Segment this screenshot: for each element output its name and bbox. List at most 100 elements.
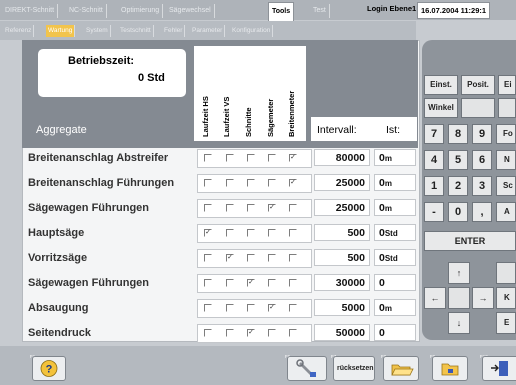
reset-button[interactable]: rücksetzen bbox=[333, 356, 375, 381]
interval-input[interactable]: 500 bbox=[314, 224, 370, 241]
checkbox-schnitte[interactable] bbox=[247, 304, 255, 312]
blank-key[interactable] bbox=[461, 98, 495, 118]
table-row[interactable]: Seitendruck ✓ 50000 0 bbox=[22, 322, 418, 343]
checkbox-breitenmeter[interactable] bbox=[289, 304, 297, 312]
table-row[interactable]: Vorritzsäge ✓ 500 0Std bbox=[22, 247, 418, 268]
save-folder-button[interactable] bbox=[432, 356, 468, 381]
table-row[interactable]: Absaugung ✓ 5000 0m bbox=[22, 297, 418, 318]
digit-5-key[interactable]: 5 bbox=[448, 150, 468, 170]
checkbox-saegemeter[interactable] bbox=[268, 279, 276, 287]
tool-button[interactable] bbox=[287, 356, 327, 381]
tab-system[interactable]: System bbox=[84, 25, 111, 37]
checkbox-saegemeter[interactable]: ✓ bbox=[268, 204, 276, 212]
help-button[interactable]: ? bbox=[32, 356, 66, 381]
checkbox-laufzeit-vs[interactable] bbox=[226, 154, 234, 162]
tab-test[interactable]: Test bbox=[310, 4, 330, 18]
arrow-left-key[interactable]: ← bbox=[424, 287, 446, 309]
k-key[interactable]: K bbox=[496, 287, 516, 309]
digit-7-key[interactable]: 7 bbox=[424, 124, 444, 144]
table-row[interactable]: Sägewagen Führungen ✓ 25000 0m bbox=[22, 197, 418, 218]
checkbox-breitenmeter[interactable]: ✓ bbox=[289, 179, 297, 187]
e-key[interactable]: E bbox=[496, 312, 516, 334]
tab-nc-schnitt[interactable]: NC-Schnitt bbox=[66, 4, 107, 18]
tab-wartung[interactable]: Wartung bbox=[46, 25, 76, 37]
checkbox-schnitte[interactable]: ✓ bbox=[247, 279, 255, 287]
digit-9-key[interactable]: 9 bbox=[472, 124, 492, 144]
checkbox-breitenmeter[interactable]: ✓ bbox=[289, 154, 297, 162]
checkbox-breitenmeter[interactable] bbox=[289, 254, 297, 262]
sc-key[interactable]: Sc bbox=[496, 176, 516, 196]
digit-8-key[interactable]: 8 bbox=[448, 124, 468, 144]
winkel-key[interactable]: Winkel bbox=[424, 98, 458, 118]
table-row[interactable]: Hauptsäge ✓ 500 0Std bbox=[22, 222, 418, 243]
checkbox-laufzeit-hs[interactable] bbox=[204, 329, 212, 337]
interval-input[interactable]: 50000 bbox=[314, 324, 370, 341]
blank-key[interactable] bbox=[496, 262, 516, 284]
minus-key[interactable]: - bbox=[424, 202, 444, 222]
checkbox-breitenmeter[interactable] bbox=[289, 279, 297, 287]
checkbox-laufzeit-hs[interactable] bbox=[204, 179, 212, 187]
tab-direkt-schnitt[interactable]: DIREKT-Schnitt bbox=[2, 4, 59, 18]
exit-button[interactable] bbox=[482, 356, 516, 381]
checkbox-breitenmeter[interactable] bbox=[289, 229, 297, 237]
checkbox-laufzeit-vs[interactable]: ✓ bbox=[226, 254, 234, 262]
checkbox-breitenmeter[interactable] bbox=[289, 204, 297, 212]
checkbox-laufzeit-hs[interactable] bbox=[204, 254, 212, 262]
checkbox-laufzeit-hs[interactable] bbox=[204, 154, 212, 162]
digit-2-key[interactable]: 2 bbox=[448, 176, 468, 196]
checkbox-schnitte[interactable] bbox=[247, 179, 255, 187]
digit-0-key[interactable]: 0 bbox=[448, 202, 468, 222]
arrow-up-key[interactable]: ↑ bbox=[448, 262, 470, 284]
checkbox-saegemeter[interactable] bbox=[268, 329, 276, 337]
tab-konfiguration[interactable]: Konfiguration bbox=[230, 25, 274, 37]
checkbox-laufzeit-hs[interactable] bbox=[204, 304, 212, 312]
checkbox-laufzeit-vs[interactable] bbox=[226, 329, 234, 337]
enter-key[interactable]: ENTER bbox=[424, 231, 516, 251]
arrow-down-key[interactable]: ↓ bbox=[448, 312, 470, 334]
table-row[interactable]: Sägewagen Führungen ✓ 30000 0 bbox=[22, 272, 418, 293]
tab-referenz[interactable]: Referenz bbox=[3, 25, 35, 37]
tab-fehler[interactable]: Fehler bbox=[162, 25, 186, 37]
checkbox-laufzeit-vs[interactable] bbox=[226, 279, 234, 287]
table-row[interactable]: Breitenanschlag Führungen ✓ 25000 0m bbox=[22, 172, 418, 193]
checkbox-schnitte[interactable] bbox=[247, 204, 255, 212]
einst-key[interactable]: Einst. bbox=[424, 75, 458, 95]
checkbox-schnitte[interactable] bbox=[247, 254, 255, 262]
tab-saegewechsel[interactable]: Sägewechsel bbox=[166, 4, 215, 18]
checkbox-schnitte[interactable] bbox=[247, 229, 255, 237]
a-key[interactable]: A bbox=[496, 202, 516, 222]
checkbox-schnitte[interactable] bbox=[247, 154, 255, 162]
checkbox-laufzeit-hs[interactable]: ✓ bbox=[204, 229, 212, 237]
n-key[interactable]: N bbox=[496, 150, 516, 170]
arrow-right-key[interactable]: → bbox=[472, 287, 494, 309]
checkbox-saegemeter[interactable] bbox=[268, 154, 276, 162]
checkbox-laufzeit-vs[interactable] bbox=[226, 229, 234, 237]
comma-key[interactable]: , bbox=[472, 202, 492, 222]
table-row[interactable]: Breitenanschlag Abstreifer ✓ 80000 0m bbox=[22, 147, 418, 168]
tab-tools[interactable]: Tools bbox=[268, 2, 295, 22]
interval-input[interactable]: 25000 bbox=[314, 199, 370, 216]
digit-3-key[interactable]: 3 bbox=[472, 176, 492, 196]
checkbox-laufzeit-vs[interactable] bbox=[226, 179, 234, 187]
interval-input[interactable]: 80000 bbox=[314, 149, 370, 166]
checkbox-laufzeit-vs[interactable] bbox=[226, 304, 234, 312]
interval-input[interactable]: 25000 bbox=[314, 174, 370, 191]
checkbox-laufzeit-hs[interactable] bbox=[204, 204, 212, 212]
interval-input[interactable]: 5000 bbox=[314, 299, 370, 316]
checkbox-saegemeter[interactable] bbox=[268, 254, 276, 262]
open-folder-button[interactable] bbox=[383, 356, 419, 381]
posit-key[interactable]: Posit. bbox=[461, 75, 495, 95]
blank-key[interactable] bbox=[448, 287, 470, 309]
interval-input[interactable]: 500 bbox=[314, 249, 370, 266]
checkbox-saegemeter[interactable] bbox=[268, 179, 276, 187]
checkbox-breitenmeter[interactable] bbox=[289, 329, 297, 337]
tab-optimierung[interactable]: Optimierung bbox=[118, 4, 164, 18]
digit-4-key[interactable]: 4 bbox=[424, 150, 444, 170]
checkbox-saegemeter[interactable]: ✓ bbox=[268, 304, 276, 312]
ein-key[interactable]: Ei bbox=[498, 75, 516, 95]
digit-1-key[interactable]: 1 bbox=[424, 176, 444, 196]
tab-parameter[interactable]: Parameter bbox=[190, 25, 226, 37]
tab-testschnitt[interactable]: Testschnitt bbox=[118, 25, 154, 37]
checkbox-saegemeter[interactable] bbox=[268, 229, 276, 237]
checkbox-schnitte[interactable]: ✓ bbox=[247, 329, 255, 337]
